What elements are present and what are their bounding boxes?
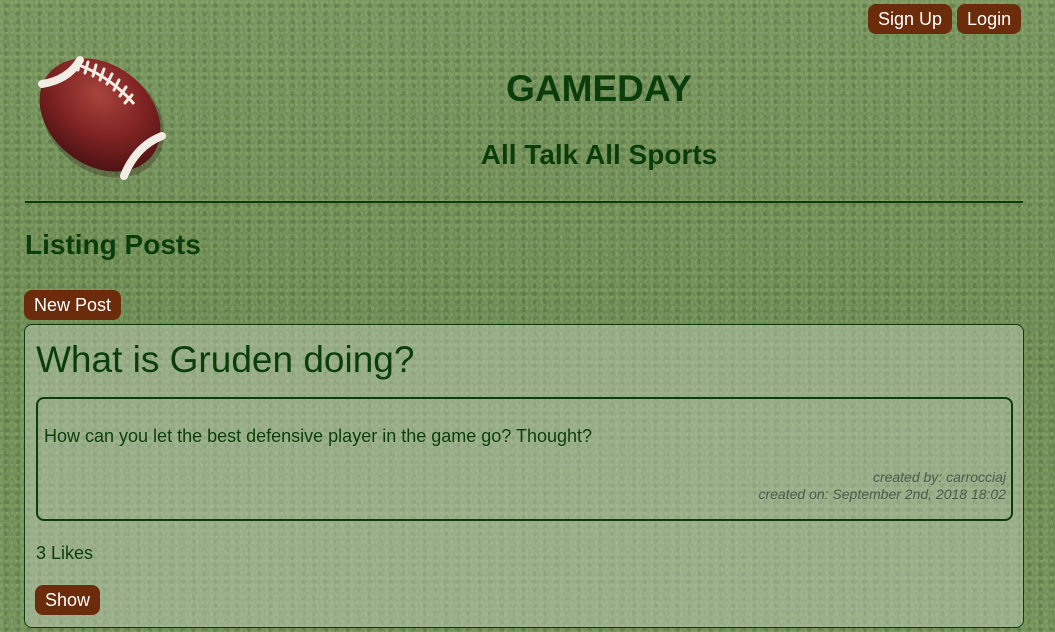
post-date: created on: September 2nd, 2018 18:02 [758, 486, 1006, 502]
signup-button[interactable]: Sign Up [868, 4, 953, 34]
post-author: created by: carrocciaj [872, 469, 1006, 485]
page-title: Listing Posts [25, 229, 201, 260]
post-meta: created by: carrocciaj created on: Septe… [758, 469, 1006, 503]
show-post-button[interactable]: Show [35, 585, 101, 615]
header-divider [25, 201, 1023, 203]
site-title: GAMEDAY [506, 68, 692, 109]
site-tagline: All Talk All Sports [480, 139, 718, 170]
login-button[interactable]: Login [957, 4, 1022, 34]
post-likes: 3 Likes [36, 543, 94, 563]
post-card: What is Gruden doing? How can you let th… [24, 324, 1024, 628]
new-post-button[interactable]: New Post [24, 290, 122, 320]
top-nav: Sign Up Login [868, 4, 1022, 34]
post-title: What is Gruden doing? [36, 339, 415, 380]
post-content-box: How can you let the best defensive playe… [36, 397, 1013, 521]
post-body: How can you let the best defensive playe… [44, 426, 593, 446]
